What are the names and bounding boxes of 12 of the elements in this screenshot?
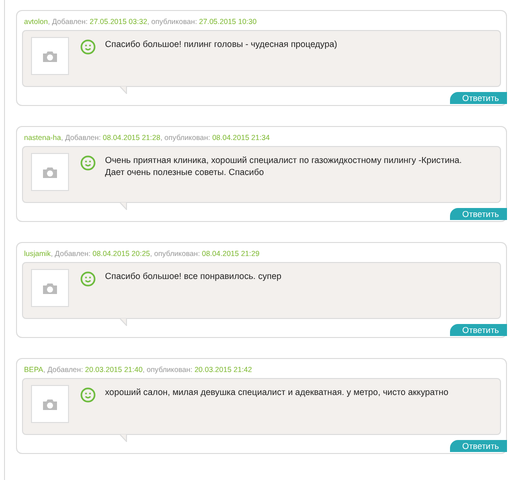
review-text: Спасибо большое! все понравилось. супер bbox=[105, 270, 282, 282]
reply-button[interactable]: Ответить bbox=[450, 208, 507, 220]
camera-icon bbox=[43, 282, 57, 294]
camera-icon bbox=[43, 398, 57, 410]
camera-icon bbox=[43, 50, 57, 62]
review-text: Очень приятная клиника, хороший специалист по газожидкостному пилингу -Кристина. Дает очень полезные советы. Спасибо bbox=[105, 154, 463, 178]
review-text: хороший салон, милая девушка специалист и адекватная. у метро, чисто аккуратно bbox=[105, 386, 448, 398]
camera-icon bbox=[43, 166, 57, 178]
reply-button[interactable]: Ответить bbox=[450, 440, 507, 452]
reply-button[interactable]: Ответить bbox=[450, 92, 507, 104]
review-text: Спасибо большое! пилинг головы - чудесная процедура) bbox=[105, 38, 338, 50]
reply-button[interactable]: Ответить bbox=[450, 324, 507, 336]
